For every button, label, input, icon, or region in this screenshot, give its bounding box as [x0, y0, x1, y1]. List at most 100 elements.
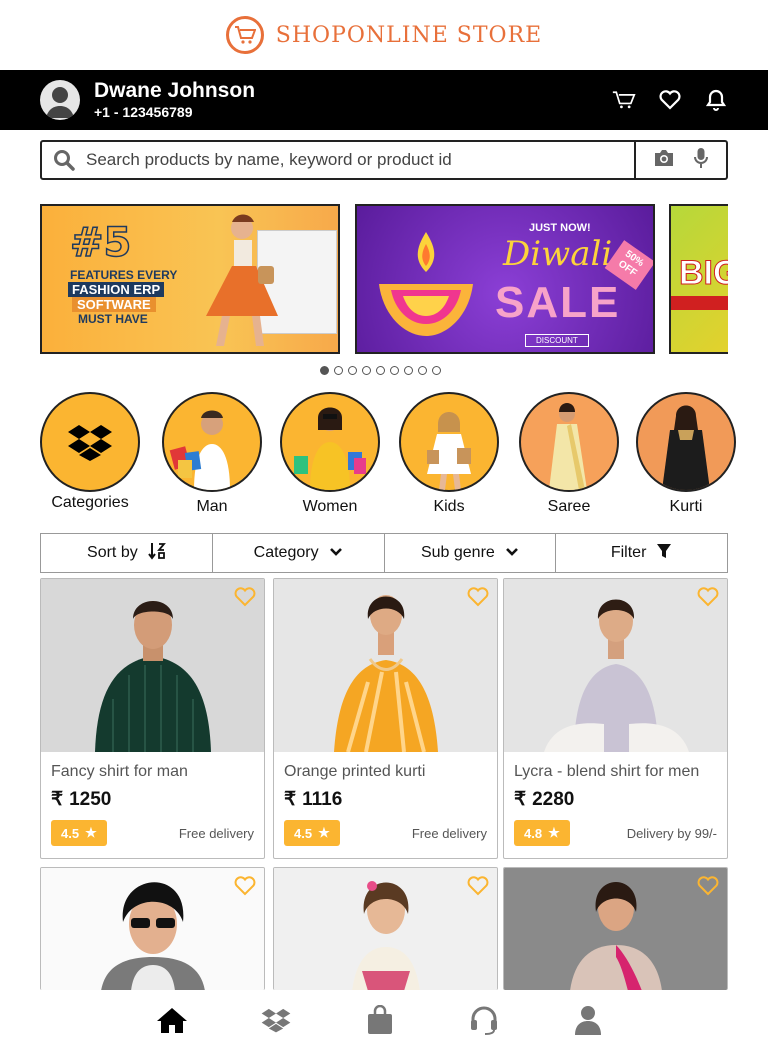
funnel-icon [656, 543, 672, 564]
carousel-dot[interactable] [375, 366, 385, 375]
wishlist-heart-icon[interactable] [467, 587, 489, 612]
product-image [41, 579, 264, 752]
currency-symbol: ₹ [51, 789, 64, 810]
dropbox-icon[interactable] [258, 1002, 294, 1038]
bottom-nav [0, 990, 768, 1050]
camera-icon[interactable] [653, 149, 675, 172]
carousel-dot[interactable] [403, 366, 413, 375]
product-card[interactable] [503, 867, 728, 990]
user-header: Dwane Johnson +1 - 123456789 [0, 70, 768, 130]
product-image [274, 579, 497, 752]
product-title: Lycra - blend shirt for men [514, 763, 700, 780]
filter-label: Filter [610, 544, 647, 561]
product-card[interactable] [273, 867, 498, 990]
star-icon: ★ [548, 825, 560, 840]
category-all[interactable]: Categories [40, 392, 140, 512]
shopping-bag-icon[interactable] [362, 1002, 398, 1038]
category-label: Saree [547, 498, 591, 515]
product-card[interactable] [40, 867, 265, 990]
bell-icon[interactable] [704, 88, 728, 112]
heart-icon[interactable] [658, 88, 682, 112]
currency-symbol: ₹ [284, 789, 297, 810]
product-card[interactable]: Fancy shirt for man ₹1250 4.5 ★ Free deli… [40, 578, 265, 859]
product-price: 2280 [532, 788, 575, 810]
product-card[interactable]: Orange printed kurti ₹1116 4.5 ★ Free del… [273, 578, 498, 859]
wishlist-heart-icon[interactable] [234, 876, 256, 901]
banner-tagline: JUST NOW! [529, 222, 591, 234]
category-women[interactable]: Women [280, 392, 380, 516]
dropbox-icon [68, 425, 112, 461]
category-women-image [280, 392, 380, 492]
carousel-dot[interactable] [417, 366, 427, 375]
category-kids-image [399, 392, 499, 492]
search-input[interactable] [86, 142, 634, 178]
categories-circle [40, 392, 140, 492]
cart-icon[interactable] [612, 88, 636, 112]
product-image [504, 868, 727, 990]
currency-symbol: ₹ [514, 789, 527, 810]
banner-line4: MUST HAVE [78, 312, 148, 326]
logo-bar: SHOPONLINE STORE [0, 0, 768, 70]
carousel-dot[interactable] [361, 366, 371, 375]
filter-button[interactable]: Filter [556, 534, 727, 572]
delivery-info: Free delivery [178, 825, 254, 841]
subgenre-dropdown[interactable]: Sub genre [385, 534, 557, 572]
wishlist-heart-icon[interactable] [697, 876, 719, 901]
banner-model-image [206, 214, 278, 346]
banner-sale: SALE [495, 278, 621, 327]
banner-stripe [671, 296, 728, 310]
product-title: Fancy shirt for man [51, 763, 188, 780]
product-title: Orange printed kurti [284, 763, 426, 780]
sort-by-button[interactable]: Sort by [41, 534, 213, 572]
category-saree-image [519, 392, 619, 492]
category-label: Categories [51, 494, 129, 511]
banner-big-title: BIG [678, 254, 728, 293]
banner-diwali-title: Diwali [503, 234, 613, 274]
banner-carousel[interactable]: #5 FEATURES EVERY FASHION ERP SOFTWARE M… [40, 204, 728, 354]
product-image [274, 868, 497, 990]
category-row: Categories Man Women Kids Saree Kurti [40, 392, 740, 517]
category-man-image [162, 392, 262, 492]
rating-badge: 4.5 ★ [51, 820, 107, 846]
rating-value: 4.5 [61, 825, 80, 841]
carousel-dot[interactable] [431, 366, 441, 375]
delivery-info: Free delivery [411, 825, 487, 841]
store-name: SHOPONLINE STORE [275, 22, 543, 48]
banner-big-sale[interactable]: BIG [669, 204, 728, 354]
category-saree[interactable]: Saree [519, 392, 619, 516]
banner-diwali[interactable]: JUST NOW! Diwali SALE DISCOUNT 50% OFF [355, 204, 655, 354]
carousel-dot[interactable] [319, 366, 329, 375]
microphone-icon[interactable] [693, 147, 709, 174]
wishlist-heart-icon[interactable] [697, 587, 719, 612]
avatar[interactable] [40, 80, 80, 120]
delivery-info: Delivery by 99/- [626, 825, 717, 841]
carousel-dot[interactable] [389, 366, 399, 375]
category-kids[interactable]: Kids [399, 392, 499, 516]
carousel-dot[interactable] [333, 366, 343, 375]
user-phone: +1 - 123456789 [94, 104, 193, 120]
rating-value: 4.5 [294, 825, 313, 841]
user-icon[interactable] [570, 1002, 606, 1038]
category-label: Women [302, 498, 358, 515]
sort-label: Sort by [87, 544, 138, 561]
category-man[interactable]: Man [162, 392, 262, 516]
banner-line3: SOFTWARE [72, 297, 156, 312]
product-card[interactable]: Lycra - blend shirt for men ₹2280 4.8 ★ D… [503, 578, 728, 859]
chevron-down-icon [505, 544, 519, 562]
banner-discount-button: DISCOUNT [525, 334, 589, 347]
banner-erp[interactable]: #5 FEATURES EVERY FASHION ERP SOFTWARE M… [40, 204, 340, 354]
category-kurti-image [636, 392, 736, 492]
wishlist-heart-icon[interactable] [467, 876, 489, 901]
cart-logo-icon [225, 16, 264, 54]
category-kurti[interactable]: Kurti [636, 392, 736, 516]
product-image [41, 868, 264, 990]
category-dropdown[interactable]: Category [213, 534, 385, 572]
star-icon: ★ [85, 825, 97, 840]
carousel-dot[interactable] [347, 366, 357, 375]
category-label: Man [196, 498, 228, 515]
diya-lamp-icon [379, 232, 473, 336]
home-icon[interactable] [154, 1002, 190, 1038]
headset-icon[interactable] [466, 1002, 502, 1038]
subgenre-dropdown-label: Sub genre [420, 544, 495, 561]
wishlist-heart-icon[interactable] [234, 587, 256, 612]
